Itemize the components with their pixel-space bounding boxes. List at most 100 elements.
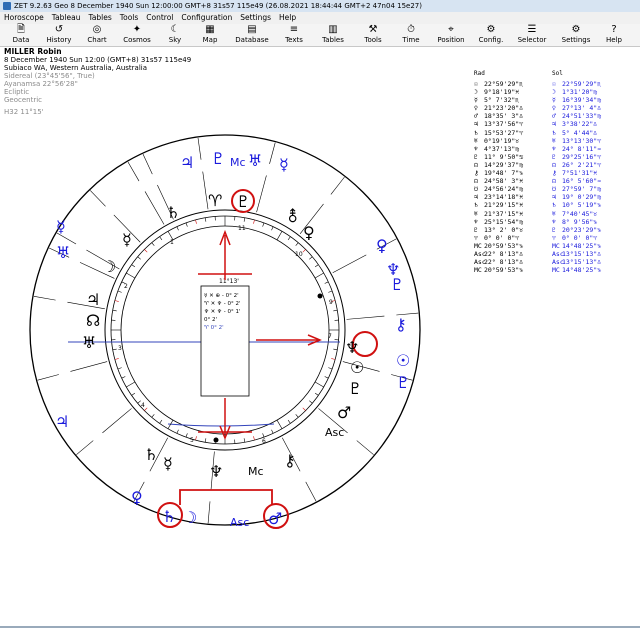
config-icon: ⚙	[486, 24, 496, 35]
position-row: ♂ 18°35' 3"♎	[474, 112, 554, 120]
planet-position: 7°51'31"♓	[562, 169, 598, 178]
position-row: ♄ 15°53'27"♈	[474, 129, 554, 137]
degree-tick	[151, 242, 155, 246]
toolbar-tables-button[interactable]: ▥ Tables	[314, 24, 352, 46]
outer-spoke	[269, 142, 276, 164]
mc-label-outer: Mc	[230, 156, 246, 169]
toolbar-config-button[interactable]: ⚙ Config.	[474, 24, 508, 46]
outer-spoke	[90, 190, 106, 207]
position-row: ♅ 7°40'45"♉	[552, 210, 632, 218]
uranus-glyph-outer-2: ♅	[56, 243, 70, 262]
position-row: ☊ 14°29'37"♍	[474, 161, 554, 169]
venus-glyph-outer: ♀	[376, 236, 388, 255]
position-row: ♀ 21°23'20"♎	[474, 104, 554, 112]
house-number-9: 9	[329, 299, 333, 306]
menu-tools[interactable]: Tools	[116, 12, 142, 24]
toolbar-label: History	[46, 36, 72, 44]
map-icon: ▦	[205, 24, 215, 35]
planet-symbol: Asc	[552, 258, 564, 267]
horoscope-wheel[interactable]: 11°13' ☿ ✕ ⊕ - 0° 2' ♈ ✕ ♆ - 0° 2' ♆ ✕ ♆…	[0, 60, 474, 560]
mars-glyph-outer: ♂	[268, 509, 282, 528]
chiron-glyph: ⚷	[284, 451, 296, 470]
position-row: ♆ 24° 8'11"♒	[552, 145, 632, 153]
degree-tick	[333, 348, 338, 351]
menu-help[interactable]: Help	[275, 12, 300, 24]
menu-configuration[interactable]: Configuration	[177, 12, 236, 24]
degree-tick	[195, 219, 197, 224]
planet-position: 22° 8'13"♎	[484, 258, 524, 267]
house-spoke	[332, 254, 367, 273]
toolbar-time-button[interactable]: ⏱ Time	[394, 24, 428, 46]
planet-symbol: ⚷	[552, 169, 557, 178]
position-row: ♄ 10° 5'19"♑	[552, 201, 632, 209]
planet-position: 24°51'33"♍	[562, 112, 602, 121]
jupiter-glyph-outer: ♃	[180, 153, 194, 172]
planet-symbol: ☊	[474, 177, 478, 186]
uranus-glyph-outer: ♅	[248, 151, 262, 170]
radix-header: Rad	[474, 70, 485, 77]
planet-position: 13°37'56"♈	[484, 120, 524, 129]
planet-symbol: ☊	[552, 177, 556, 186]
degree-tick	[126, 272, 136, 279]
planet-symbol: ♆	[552, 217, 556, 226]
planet-symbol: ♀	[474, 104, 478, 113]
degree-tick	[137, 256, 141, 260]
degree-tick	[117, 367, 122, 370]
toolbar-texts-button[interactable]: ≡ Texts	[277, 24, 311, 46]
toolbar-help-button[interactable]: ? Help	[599, 24, 629, 46]
degree-tick	[176, 226, 179, 231]
degree-tick	[262, 222, 265, 227]
planet-symbol: ⚷	[474, 169, 479, 178]
toolbar-settings-button[interactable]: ⚙ Settings	[556, 24, 596, 46]
radix-column: Rad ☉ 22°59'29"♏ ☽ 9°18'19"♓ ☿ 5° 7'32"♏ ♀ 21°2…	[474, 70, 554, 274]
planet-symbol: MC	[552, 241, 560, 250]
saturn-glyph-2: ♄	[144, 445, 158, 464]
planet-position: 0°19'19"♉	[484, 136, 520, 145]
house-number-4: 4	[141, 402, 145, 409]
degree-tick	[117, 290, 122, 293]
outer-spoke	[76, 440, 94, 455]
planet-position: 16°39'34"♍	[562, 96, 602, 105]
toolbar-cosmos-button[interactable]: ✦ Cosmos	[117, 24, 157, 46]
menu-tables[interactable]: Tables	[84, 12, 115, 24]
toolbar-map-button[interactable]: ▦ Map	[193, 24, 227, 46]
planet-symbol: ♆	[474, 217, 478, 226]
planet-symbol: ☽	[474, 88, 478, 97]
planet-position: 15°53'27"♈	[484, 128, 524, 137]
toolbar-position-button[interactable]: ⌖ Position	[431, 24, 471, 46]
planet-symbol: ♄	[552, 201, 556, 210]
menu-control[interactable]: Control	[142, 12, 177, 24]
position-row: ♃ 3°38'22"♎	[552, 120, 632, 128]
planet-symbol: ♂	[474, 112, 478, 121]
degree-tick	[185, 433, 188, 438]
degree-tick	[328, 290, 333, 293]
planet-position: 10° 5'19"♑	[562, 201, 602, 210]
planet-position: 14°48'25"♑	[562, 241, 602, 250]
toolbar-database-button[interactable]: ▤ Database	[230, 24, 274, 46]
planet-symbol: ♄	[474, 201, 478, 210]
data-icon: 🗎	[16, 24, 26, 35]
menu-tableau[interactable]: Tableau	[48, 12, 85, 24]
menu-settings[interactable]: Settings	[236, 12, 275, 24]
toolbar-chart-button[interactable]: ◎ Chart	[80, 24, 114, 46]
position-row: ♇ 20°23'29"♑	[552, 226, 632, 234]
toolbar-data-button[interactable]: 🗎 Data	[4, 24, 38, 46]
neptune-glyph: ♆	[345, 338, 359, 357]
planet-position: 8° 9'56"♑	[562, 217, 598, 226]
toolbar-history-button[interactable]: ↺ History	[41, 24, 77, 46]
toolbar-sky-button[interactable]: ☾ Sky	[160, 24, 190, 46]
planet-symbol: ☿	[474, 96, 478, 105]
house-number-3: 3	[118, 345, 122, 352]
toolbar-selector-button[interactable]: ☰ Selector	[511, 24, 553, 46]
outer-spoke	[197, 137, 202, 160]
toolbar-tools-button[interactable]: ⚒ Tools	[355, 24, 391, 46]
house-number-1: 1	[170, 239, 174, 246]
degree-tick	[314, 381, 324, 388]
menu-horoscope[interactable]: Horoscope	[0, 12, 48, 24]
planet-position: 1°31'20"♍	[562, 88, 598, 97]
position-row: Asc13°15'13"♎	[552, 250, 632, 258]
pluto-glyph-outer-2: ♇	[390, 275, 404, 294]
degree-tick	[243, 438, 246, 443]
toolbar-exit-button[interactable]: ⏏Exit	[632, 24, 640, 46]
planet-symbol: ♅	[552, 209, 556, 218]
